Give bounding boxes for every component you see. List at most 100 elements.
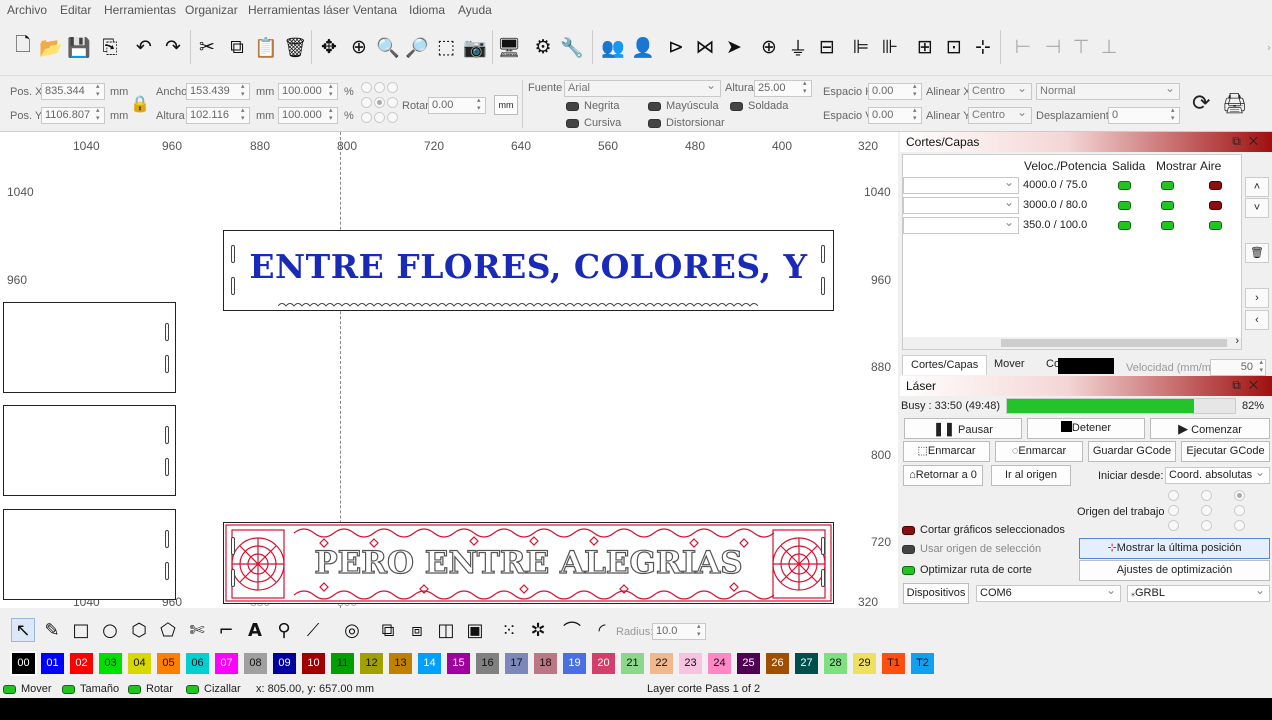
controller-select[interactable]: ⁎GRBL [1127,583,1270,602]
palette-swatch-02[interactable]: 02 [70,653,93,674]
start-button[interactable]: ▶ Comenzar [1150,418,1270,439]
devices-button[interactable]: Dispositivos [903,583,969,604]
palette-swatch-21[interactable]: 21 [621,653,644,674]
circle-icon[interactable]: ○ [98,618,122,642]
salida-toggle[interactable] [1118,181,1131,190]
arc-corner-icon[interactable]: ◜ [590,618,614,642]
style-select[interactable]: Normal [1036,81,1180,100]
polygon-icon[interactable]: ⬡ [127,618,151,642]
distribute-v-icon[interactable]: ⊡ [941,34,967,60]
table-row[interactable]: 350.0 / 100.0 [903,215,1243,235]
palette-swatch-T1[interactable]: T1 [882,653,905,674]
palette-swatch-09[interactable]: 09 [273,653,296,674]
menu-ventana[interactable]: Ventana [353,3,397,17]
rotate-icon[interactable]: ➤ [721,34,747,60]
corner-round-icon[interactable]: ⌒ [560,618,584,642]
font-select[interactable]: Arial [564,78,721,97]
weld-icon[interactable]: ▣ [463,618,487,642]
palette-swatch-08[interactable]: 08 [244,653,267,674]
align-tool-icon[interactable]: ⏚ [785,34,811,60]
menu-organizar[interactable]: Organizar [185,3,238,17]
palette-swatch-15[interactable]: 15 [447,653,470,674]
palette-swatch-29[interactable]: 29 [853,653,876,674]
frame-selection-icon[interactable]: ⬚ [433,34,459,60]
panel-window-controls[interactable]: ⧉✕ [1232,134,1266,149]
design-card-left-2[interactable] [3,405,176,496]
palette-swatch-11[interactable]: 11 [331,653,354,674]
save-gcode-button[interactable]: Guardar GCode [1088,441,1176,462]
caps-toggle[interactable]: Mayúscula [648,100,719,112]
hspace-input[interactable]: 0.00 [868,83,922,100]
pos-x-input[interactable]: 835.344 [41,83,105,100]
welded-toggle[interactable]: Soldada [730,100,788,112]
move-layer-up-button[interactable]: ˄ [1245,177,1269,197]
toolbar-overflow-icon[interactable]: › [1256,34,1272,60]
palette-swatch-20[interactable]: 20 [592,653,615,674]
offset-ring-icon[interactable]: ◎ [340,618,364,642]
bracket-icon[interactable]: ⌐ [214,618,238,642]
open-folder-icon[interactable]: 📂 [38,34,64,60]
palette-swatch-17[interactable]: 17 [505,653,528,674]
laser-machine-icon[interactable]: 🖨 [1222,91,1247,115]
palette-swatch-27[interactable]: 27 [795,653,818,674]
new-file-icon[interactable]: 🗋 [10,34,36,60]
mirror-v-icon[interactable]: ⋈ [692,34,718,60]
menu-ayuda[interactable]: Ayuda [458,3,492,17]
speed-input[interactable]: 50 [1210,359,1266,376]
group-icon[interactable]: 👥 [600,34,626,60]
palette-swatch-26[interactable]: 26 [766,653,789,674]
italic-toggle[interactable]: Cursiva [566,117,621,129]
text-tool-icon[interactable]: A [243,618,267,642]
tools-wrench-icon[interactable]: 🔧 [559,34,585,60]
palette-swatch-16[interactable]: 16 [476,653,499,674]
design-card-left-1[interactable] [3,302,176,393]
scissors-node-icon[interactable]: ✄ [185,618,209,642]
save-icon[interactable]: 💾 [66,34,92,60]
use-selection-origin-toggle[interactable]: Usar origen de selección [902,543,1041,555]
scale-y-input[interactable]: 100.000 [278,107,338,124]
salida-toggle[interactable] [1118,221,1131,230]
status-move[interactable]: Mover [3,683,52,695]
prev-layer-button[interactable]: ‹ [1245,310,1269,330]
panel-window-controls[interactable]: ⧉✕ [1232,378,1266,393]
start-from-select[interactable]: Coord. absolutas [1165,465,1270,484]
select-arrow-icon[interactable]: ↖ [11,618,35,642]
boolean-intersect-icon[interactable]: ◫ [434,618,458,642]
stop-button[interactable]: Detener [1027,418,1145,439]
offset-input[interactable]: 0 [1108,107,1180,124]
menu-herramientas[interactable]: Herramientas [104,3,176,17]
palette-swatch-18[interactable]: 18 [534,653,557,674]
show-last-position-button[interactable]: ⊹Mostrar la última posición [1079,538,1270,559]
aire-toggle[interactable] [1209,181,1222,190]
unit-mm-button[interactable]: mm [494,95,518,115]
align-center-icon[interactable]: ⊟ [814,34,840,60]
refresh-icon[interactable]: ⟳ [1192,91,1210,116]
pause-button[interactable]: ❚❚ Pausar [904,418,1022,439]
pencil-icon[interactable]: ✎ [40,618,64,642]
palette-swatch-01[interactable]: 01 [41,653,64,674]
banner-top[interactable]: ENTRE FLORES, COLORES, Y [223,230,834,311]
layer-color-select[interactable] [903,195,1019,214]
zoom-page-icon[interactable]: ⊕ [346,34,372,60]
status-size[interactable]: Tamaño [62,683,119,695]
cut-icon[interactable]: ✂ [194,34,220,60]
boolean-union-icon[interactable]: ⧉ [376,618,400,642]
optimization-settings-button[interactable]: Ajustes de optimización [1079,560,1270,581]
table-row[interactable]: 4000.0 / 75.0 [903,175,1243,195]
palette-swatch-19[interactable]: 19 [563,653,586,674]
move-icon[interactable]: ✥ [316,34,342,60]
job-origin-grid[interactable] [1168,490,1248,536]
target-icon[interactable]: ⊕ [756,34,782,60]
menu-herramientas-laser[interactable]: Herramientas láser [248,3,349,17]
align-left-icon[interactable]: ⊫ [848,34,874,60]
radius-input[interactable]: 10.0 [652,623,706,640]
mostrar-toggle[interactable] [1161,181,1174,190]
port-select[interactable]: COM6 [976,583,1121,602]
camera-icon[interactable]: 📷 [462,34,488,60]
export-icon[interactable]: ⎘ [97,34,123,60]
palette-swatch-07[interactable]: 07 [215,653,238,674]
crosshair-icon[interactable]: ⊹ [970,34,996,60]
table-row[interactable]: 3000.0 / 80.0 [903,195,1243,215]
mostrar-toggle[interactable] [1161,221,1174,230]
grid-array-icon[interactable]: ⁙ [497,618,521,642]
